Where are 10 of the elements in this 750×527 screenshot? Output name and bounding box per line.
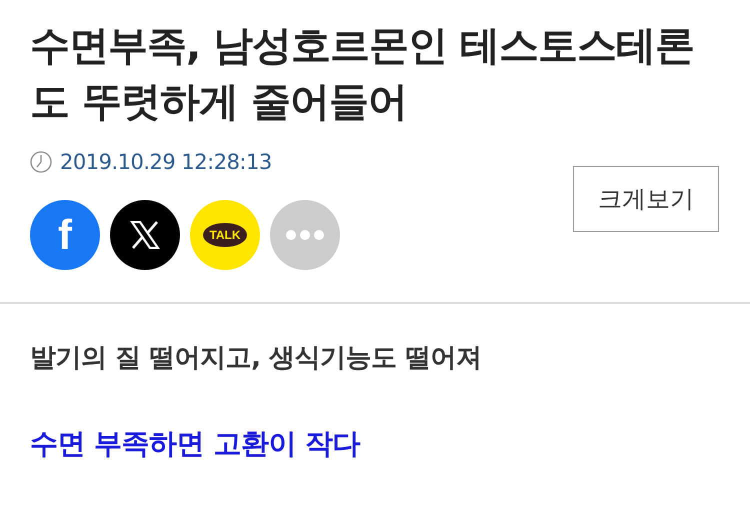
clock-icon <box>30 151 52 173</box>
kakao-share-button[interactable]: TALK <box>190 200 260 270</box>
article-subtitle: 발기의 질 떨어지고, 생식기능도 떨어져 <box>30 342 483 375</box>
x-logo-icon <box>130 221 160 249</box>
enlarge-view-button[interactable]: 크게보기 <box>573 166 719 232</box>
more-dots-icon <box>285 230 325 240</box>
section-link[interactable]: 수면 부족하면 고환이 작다 <box>30 425 360 463</box>
article-date: 2019.10.29 12:28:13 <box>60 150 272 174</box>
facebook-share-button[interactable]: f <box>30 200 100 270</box>
article-title: 수면부족, 남성호르몬인 테스토스테론도 뚜렷하게 줄어들어 <box>30 22 696 127</box>
